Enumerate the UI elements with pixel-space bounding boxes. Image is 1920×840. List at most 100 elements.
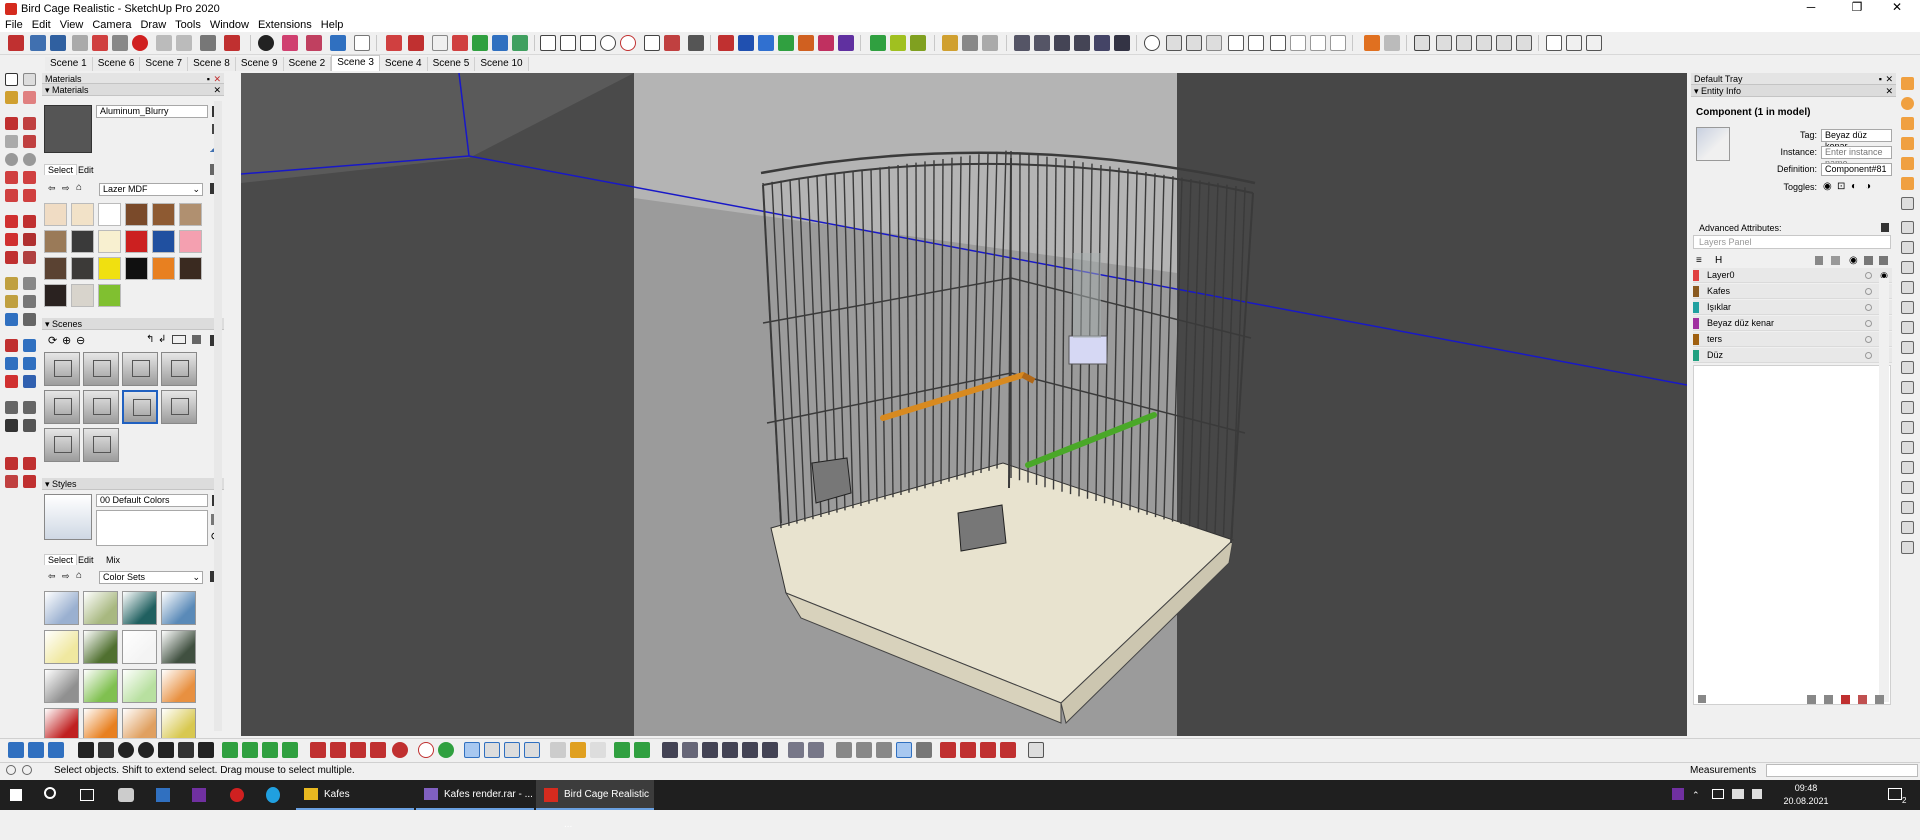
scene-thumbnail[interactable] [83,428,119,462]
material-swatch[interactable] [98,230,121,253]
style-thumbnail[interactable] [44,669,79,703]
material-swatch[interactable] [125,203,148,226]
right-tool-icon[interactable] [1901,541,1914,554]
receive-shadow-icon[interactable]: ◑ [1865,181,1871,192]
pan-tool-icon[interactable] [23,339,36,352]
right-tool-icon[interactable] [1901,441,1914,454]
advanced-lock-icon[interactable] [1881,223,1889,232]
layer-row[interactable]: Beyaz düz kenar◉ [1693,316,1892,331]
move-down-icon[interactable]: ↲ [158,334,166,345]
layer-row[interactable]: Layer0 ◉ [1693,268,1892,283]
extension-manager-icon[interactable] [23,475,36,488]
wireframe-icon[interactable] [1054,35,1070,51]
layer-active-radio[interactable] [1865,288,1872,295]
two-point-arc-icon[interactable] [23,171,36,184]
bottom-tool-icon[interactable] [960,742,976,758]
fog-icon[interactable] [1456,35,1472,51]
tray-chevron-icon[interactable]: ⌃ [1692,790,1700,801]
no-entry-icon[interactable] [386,35,402,51]
layers-scrollbar[interactable] [1879,278,1889,702]
three-point-arc-icon[interactable] [5,189,18,202]
styles-tab-edit[interactable]: Edit [78,555,94,565]
tab-scene-8[interactable]: Scene 8 [188,57,236,71]
tab-select[interactable]: Select [44,164,78,175]
layers-icon[interactable] [1364,35,1380,51]
section-plane-icon[interactable] [306,35,322,51]
layers-pencil-icon[interactable] [1864,256,1873,265]
bottom-tool-icon[interactable] [788,742,804,758]
hidden-line-icon[interactable] [1074,35,1090,51]
bottom-tool-icon[interactable] [524,742,540,758]
bottom-tool-icon[interactable] [330,742,346,758]
task-view-icon[interactable] [80,789,94,801]
zoom-extents-icon[interactable] [798,35,814,51]
bottom-tool-icon[interactable] [614,742,630,758]
styles-panel-header[interactable]: ▾ Styles✕ [42,478,224,490]
right-tool-icon[interactable] [1901,137,1914,150]
layers-add-icon[interactable] [1698,695,1706,703]
tab-scene-10[interactable]: Scene 10 [475,57,529,71]
style-thumbnail[interactable] [161,630,196,664]
material-swatch[interactable] [152,257,175,280]
bottom-tool-icon[interactable] [222,742,238,758]
make-component-icon[interactable] [23,73,36,86]
bottom-tool-icon[interactable] [138,742,154,758]
material-swatch[interactable] [44,230,67,253]
right-tool-icon[interactable] [1901,501,1914,514]
scale-tool-icon[interactable] [5,251,18,264]
style-thumbnail[interactable] [83,708,118,742]
right-tool-icon[interactable] [1901,77,1914,90]
measurements-input[interactable] [1766,764,1918,777]
material-swatch[interactable] [44,284,67,307]
material-swatch[interactable] [98,284,121,307]
task-sketchup[interactable]: Bird Cage Realistic ... [536,780,654,830]
tab-scene-5[interactable]: Scene 5 [427,57,476,71]
layers-panel-title[interactable]: Layers Panel [1693,235,1891,249]
pie-icon[interactable] [23,189,36,202]
bottom-tool-icon[interactable] [570,742,586,758]
move-tool-icon[interactable] [5,215,18,228]
bottom-tool-icon[interactable] [722,742,738,758]
visibility-toggle-icon[interactable]: ◉ [1823,181,1832,192]
style-thumbnail[interactable] [122,630,157,664]
bottom-tool-icon[interactable] [178,742,194,758]
style-thumbnail[interactable] [122,669,157,703]
layers-delete-icon[interactable] [1841,695,1850,704]
tab-scene-6[interactable]: Scene 6 [92,57,141,71]
right-tool-icon[interactable] [1901,461,1914,474]
axes-icon[interactable] [1586,35,1602,51]
tab-scene-1[interactable]: Scene 1 [45,57,93,71]
front-view-icon[interactable] [982,35,998,51]
scenes-panel-header[interactable]: ▾ Scenes✕ [42,318,224,330]
layers-settings-icon[interactable] [1879,256,1888,265]
material-swatch[interactable] [179,257,202,280]
bottom-tool-icon[interactable] [484,742,500,758]
drape-icon[interactable] [1228,35,1244,51]
shaded-icon[interactable] [1094,35,1110,51]
rotate-tool-icon[interactable] [5,233,18,246]
styles-back-icon[interactable]: ⇦ [48,571,56,582]
minimize-button[interactable]: ─ [1788,0,1834,17]
layer-active-radio[interactable] [1865,272,1872,279]
layer-color-swatch[interactable] [1693,334,1699,345]
paste-icon[interactable] [112,35,128,51]
circle-tool-icon[interactable] [5,153,18,166]
style-collection-select[interactable]: Color Sets ⌄ [99,571,203,584]
orbit-tool-icon[interactable] [5,339,18,352]
tab-edit[interactable]: Edit [78,165,94,175]
right-tool-icon[interactable] [1901,281,1914,294]
menu-view[interactable]: View [60,19,84,31]
refresh-icon[interactable]: ⟳ [48,334,57,347]
right-tool-icon[interactable] [1901,401,1914,414]
right-tool-icon[interactable] [1901,521,1914,534]
layer-active-radio[interactable] [1865,336,1872,343]
material-swatch[interactable] [179,230,202,253]
polygon-tool-icon[interactable] [23,153,36,166]
section-fill-icon[interactable] [330,35,346,51]
tray-close-icon[interactable]: ✕ [1885,73,1893,85]
flip-edge-icon[interactable] [1270,35,1286,51]
tab-scene-4[interactable]: Scene 4 [379,57,428,71]
arc-icon[interactable] [620,35,636,51]
right-tool-icon[interactable] [1901,301,1914,314]
layer-color-swatch[interactable] [1693,318,1699,329]
